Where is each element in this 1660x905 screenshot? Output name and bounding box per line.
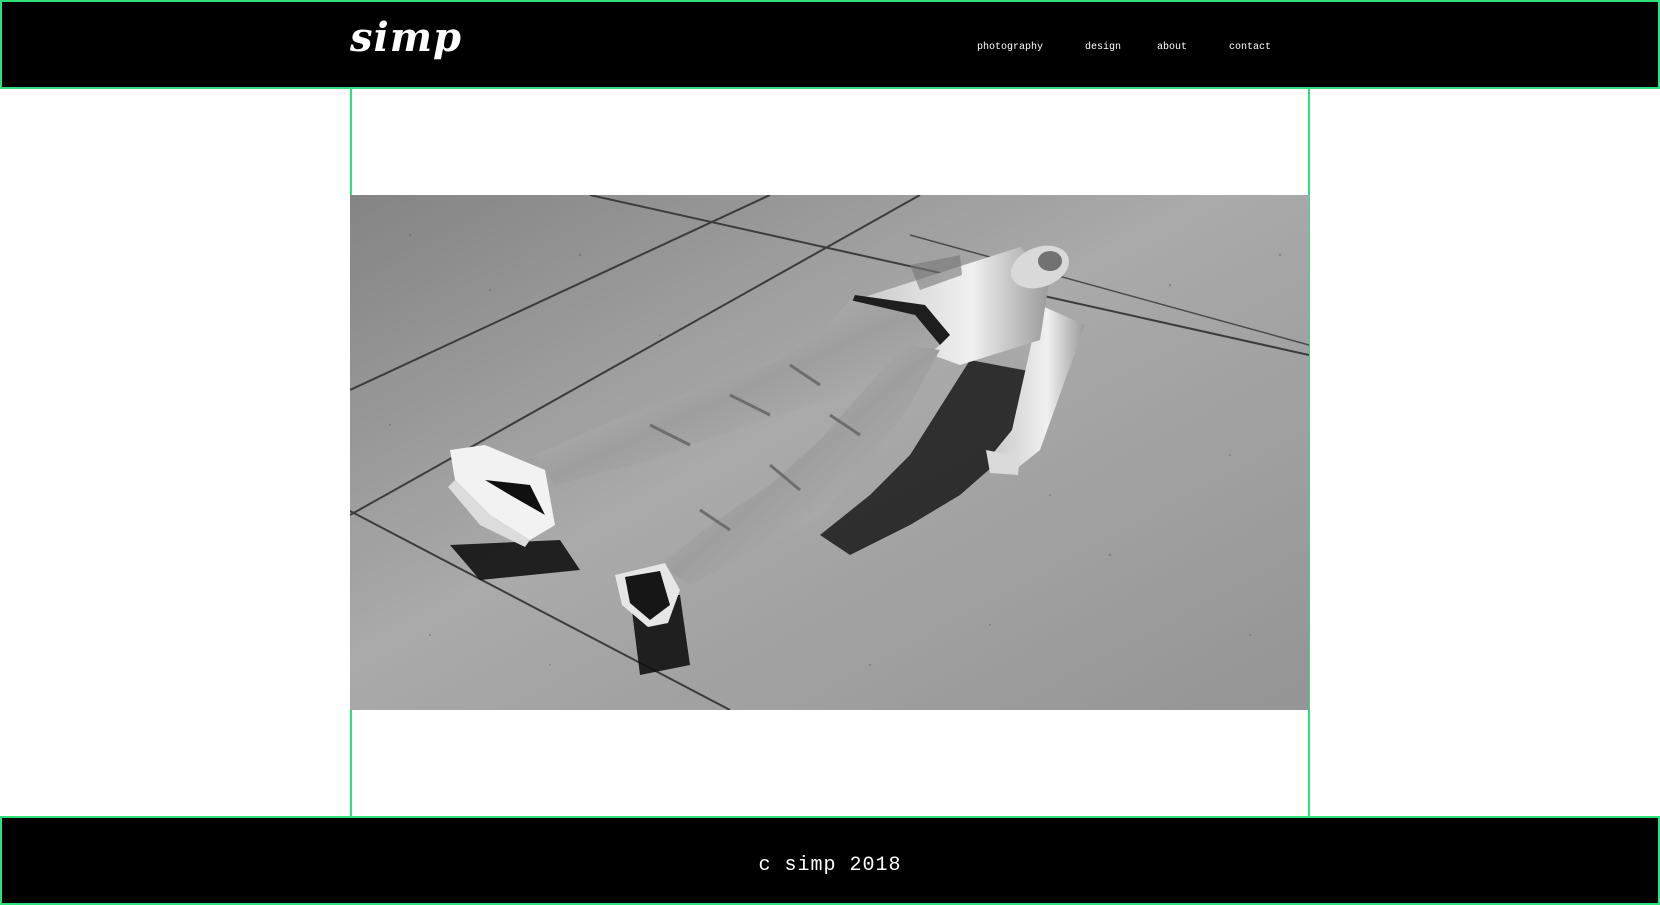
nav-link-design[interactable]: design xyxy=(1085,42,1121,54)
photo-image xyxy=(350,195,1309,710)
nav-link-about[interactable]: about xyxy=(1157,42,1187,54)
site-header: simp photography design about contact xyxy=(0,0,1660,89)
nav-link-photography[interactable]: photography xyxy=(977,42,1043,54)
nav-link-contact[interactable]: contact xyxy=(1229,42,1271,54)
copyright-text: c simp 2018 xyxy=(758,854,902,877)
site-logo[interactable]: simp xyxy=(350,18,462,58)
featured-photo[interactable] xyxy=(350,195,1309,710)
site-footer: c simp 2018 xyxy=(0,816,1660,905)
